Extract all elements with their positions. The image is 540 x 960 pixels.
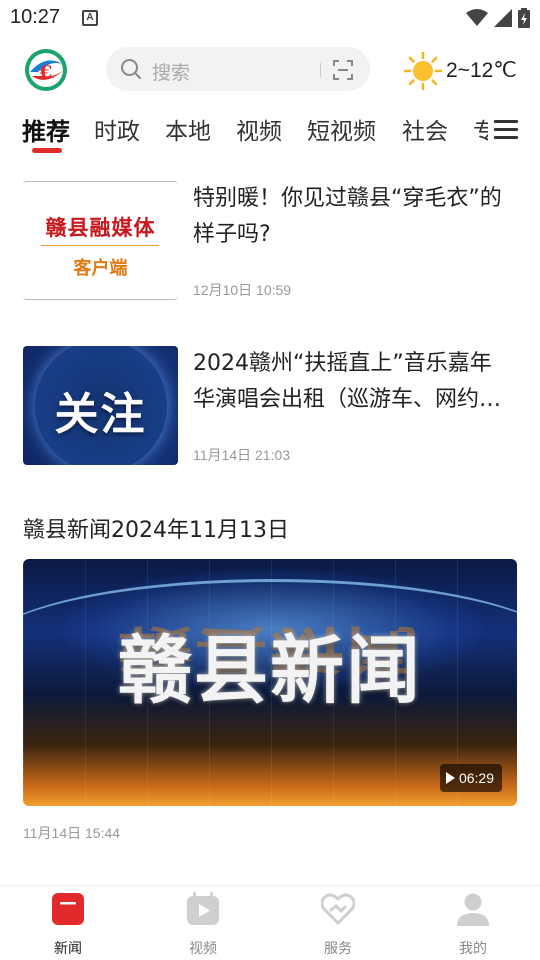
- notification-icon: A: [82, 10, 98, 26]
- nav-profile-label: 我的: [459, 941, 487, 957]
- video-icon: [187, 892, 219, 925]
- profile-icon: [457, 893, 489, 926]
- search-divider: [320, 63, 321, 77]
- top-header: € 搜索 2~12℃: [0, 44, 540, 96]
- wifi-icon: [466, 9, 488, 26]
- tab-recommend[interactable]: 推荐: [22, 112, 70, 147]
- thumbnail-text: 关注: [54, 389, 147, 440]
- thumbnail-divider: [41, 245, 159, 246]
- channel-tabs: 推荐 时政 本地 视频 短视频 社会 专: [0, 108, 540, 160]
- video-duration-badge: 06:29: [439, 764, 502, 792]
- search-placeholder: 搜索: [152, 62, 191, 84]
- article-time: 12月10日 10:59: [193, 282, 292, 298]
- svg-text:€: €: [39, 62, 53, 83]
- tab-politics[interactable]: 时政: [94, 112, 140, 146]
- temperature: 2~12℃: [446, 59, 517, 82]
- app-logo[interactable]: €: [24, 48, 68, 92]
- article-thumbnail: 赣县融媒体 客户端: [23, 181, 178, 300]
- list-item[interactable]: 赣县融媒体 客户端 特别暖！你见过赣县“穿毛衣”的样子吗? 12月10日 10:…: [23, 181, 517, 301]
- article-title[interactable]: 特别暖！你见过赣县“穿毛衣”的样子吗?: [193, 181, 511, 253]
- nav-profile[interactable]: 我的: [428, 892, 518, 957]
- channel-tabs-scroll[interactable]: 推荐 时政 本地 视频 短视频 社会 专: [22, 108, 488, 160]
- search-icon: [121, 59, 141, 79]
- weather-widget[interactable]: 2~12℃: [404, 52, 534, 90]
- tab-local[interactable]: 本地: [165, 112, 211, 146]
- video-time: 11月14日 15:44: [23, 825, 121, 841]
- list-item[interactable]: 关注 2024赣州“扶摇直上”音乐嘉年华演唱会出租（巡游车、网约车）运营保障方案…: [23, 346, 517, 466]
- tab-short-video[interactable]: 短视频: [307, 112, 376, 146]
- news-icon: [52, 893, 84, 925]
- service-icon: [321, 893, 355, 926]
- tab-video[interactable]: 视频: [236, 112, 282, 146]
- article-thumbnail: 关注: [23, 346, 178, 465]
- signal-icon: [494, 9, 512, 27]
- search-input[interactable]: 搜索: [106, 47, 370, 91]
- nav-news[interactable]: 新闻: [23, 892, 113, 957]
- tab-special[interactable]: 专: [473, 112, 488, 146]
- thumbnail-sub-text: 客户端: [73, 258, 128, 279]
- status-icons: [466, 6, 530, 30]
- nav-video-label: 视频: [189, 941, 217, 957]
- article-time: 11月14日 21:03: [193, 447, 291, 463]
- active-tab-indicator: [32, 148, 62, 153]
- play-icon: [445, 772, 455, 784]
- scan-icon[interactable]: [332, 59, 354, 81]
- video-section-title[interactable]: 赣县新闻2024年11月13日: [23, 512, 289, 544]
- sun-icon: [404, 52, 442, 90]
- tab-society[interactable]: 社会: [402, 112, 448, 146]
- nav-news-label: 新闻: [54, 941, 82, 957]
- status-time: 10:27: [10, 6, 61, 28]
- channel-menu-icon[interactable]: [494, 120, 518, 142]
- video-cover-title: 赣县新闻: [118, 628, 422, 714]
- battery-icon: [518, 8, 530, 28]
- nav-service-label: 服务: [324, 941, 352, 957]
- nav-service[interactable]: 服务: [293, 892, 383, 957]
- nav-video[interactable]: 视频: [158, 892, 248, 957]
- thumbnail-brand-text: 赣县融媒体: [45, 215, 156, 240]
- video-duration: 06:29: [458, 770, 494, 786]
- article-title[interactable]: 2024赣州“扶摇直上”音乐嘉年华演唱会出租（巡游车、网约车）运营保障方案: [193, 346, 511, 418]
- status-bar: 10:27 A: [0, 0, 540, 36]
- video-card[interactable]: 赣县新闻 赣县新闻 06:29: [23, 559, 517, 806]
- bottom-nav: 新闻 视频 服务 我的: [0, 885, 540, 960]
